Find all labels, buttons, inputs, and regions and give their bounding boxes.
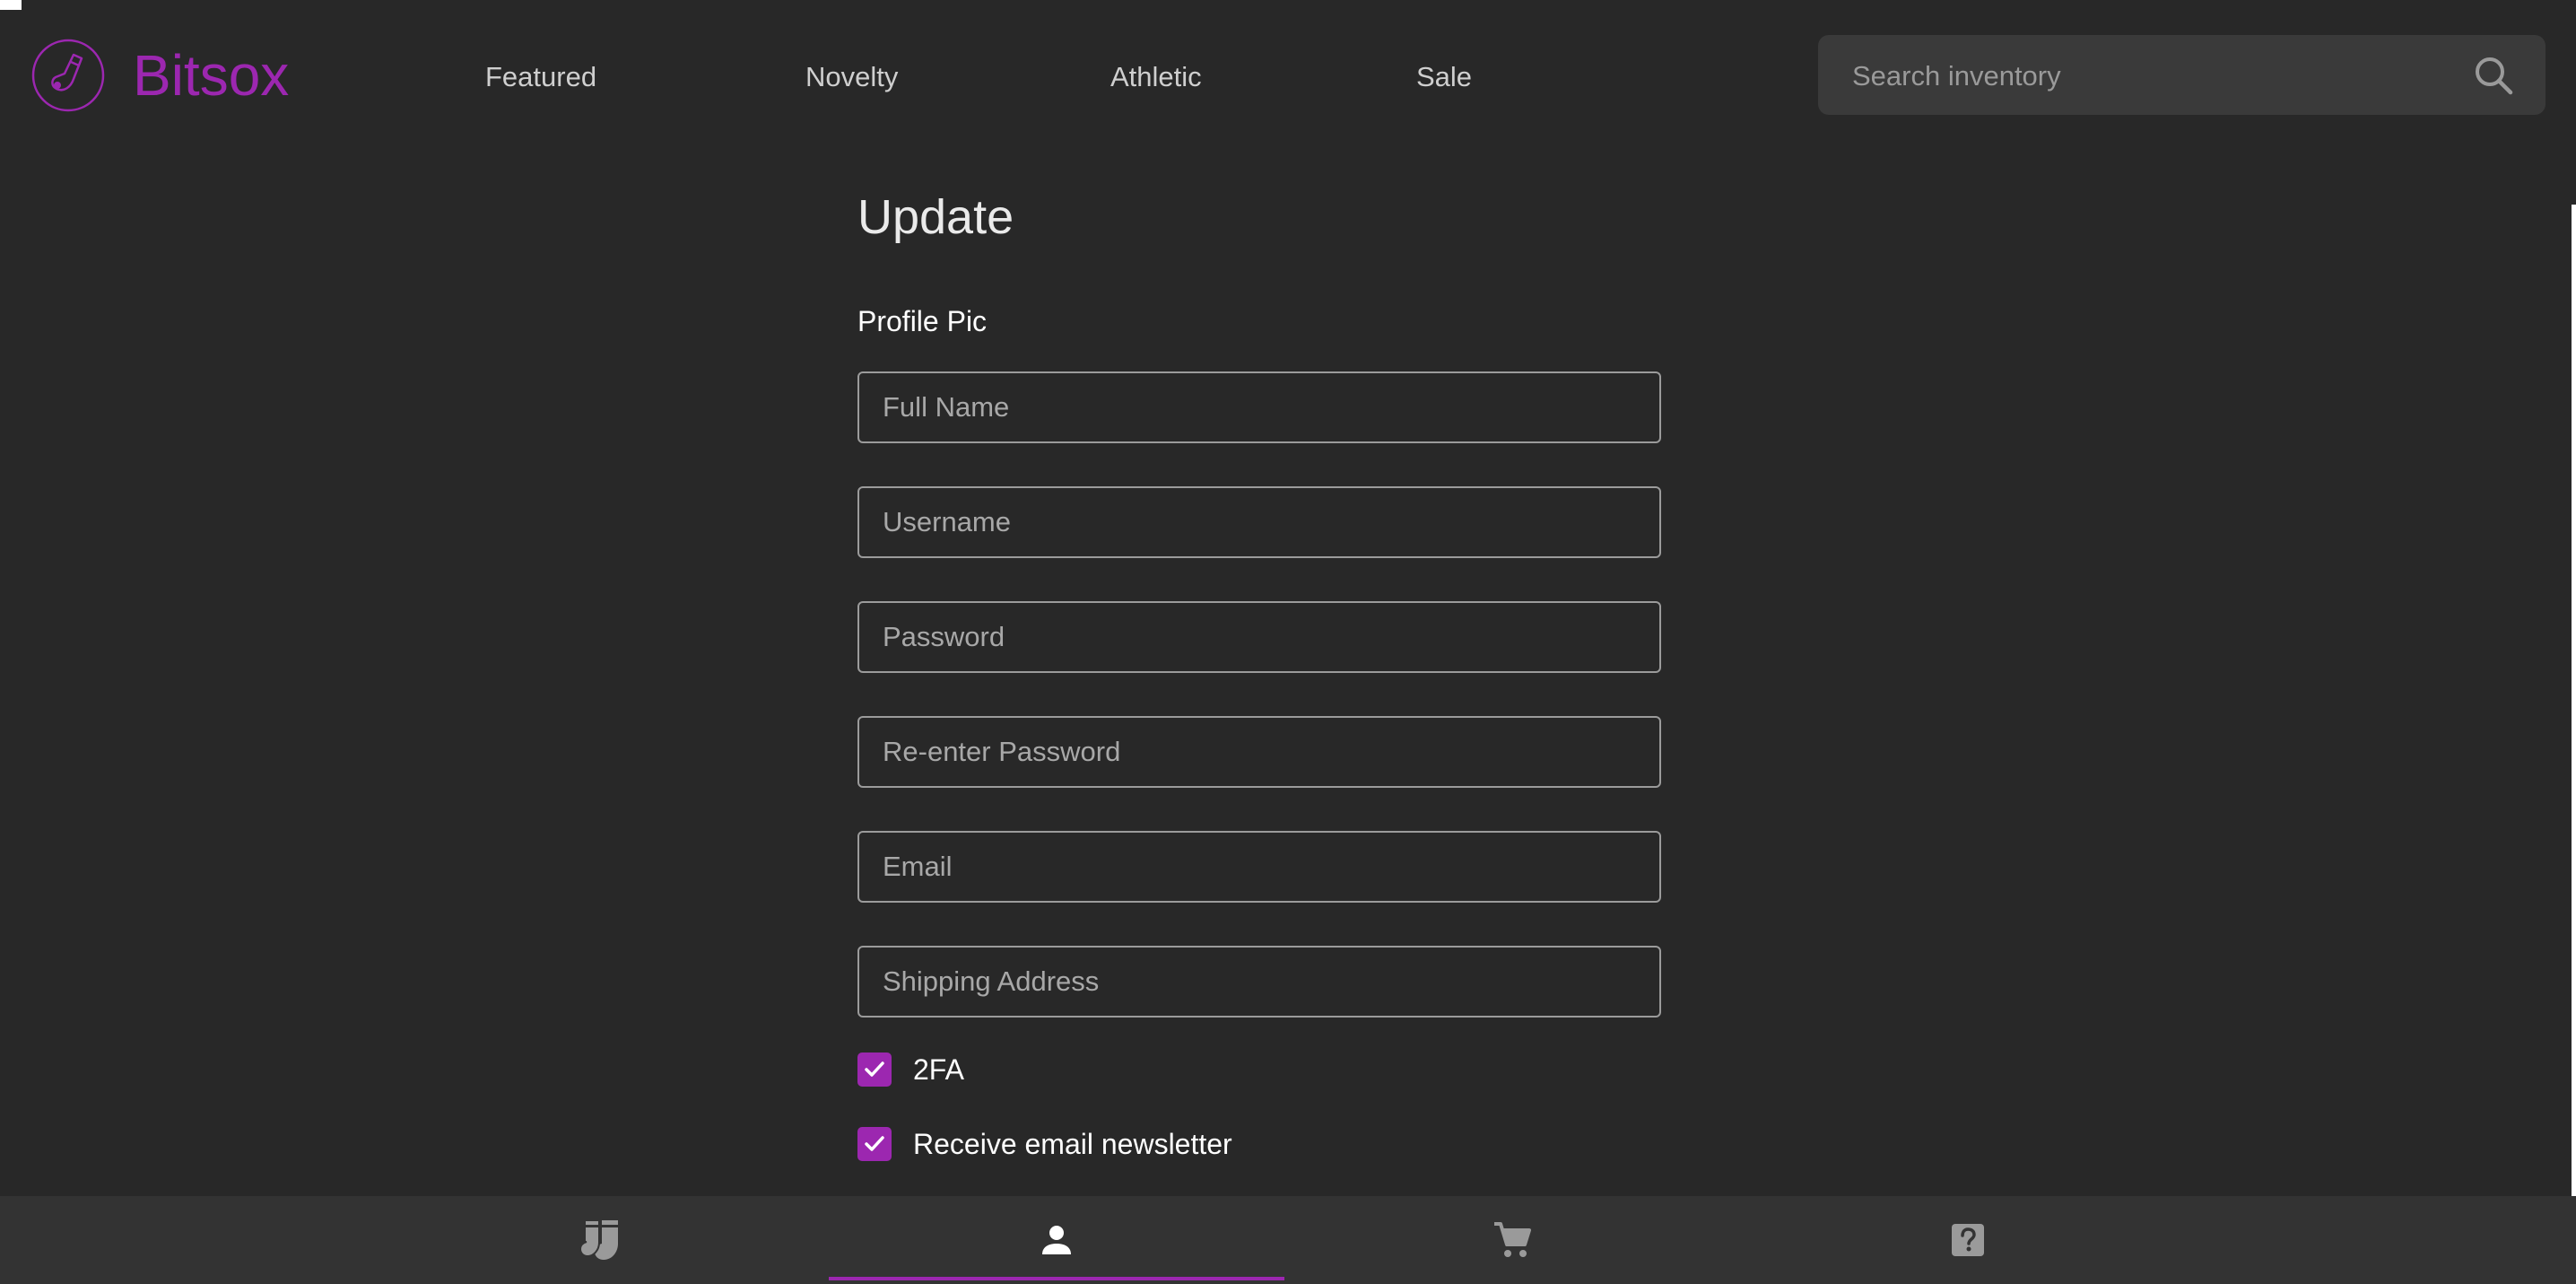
person-icon: [1042, 1226, 1071, 1254]
top-header: Bitsox Featured Novelty Athletic Sale: [0, 0, 2576, 153]
search-icon[interactable]: [2473, 55, 2514, 96]
reenter-password-input[interactable]: [859, 718, 1659, 786]
tab-socks[interactable]: [373, 1196, 829, 1284]
search-bar: [1818, 35, 2546, 117]
reenter-password-field: [857, 716, 1661, 788]
brand-name[interactable]: Bitsox: [133, 39, 289, 111]
newsletter-option[interactable]: Receive email newsletter: [857, 1126, 1232, 1162]
username-input[interactable]: [859, 488, 1659, 556]
full-name-input[interactable]: [859, 373, 1659, 441]
help-icon: [1952, 1224, 1984, 1256]
nav-featured[interactable]: Featured: [485, 59, 596, 95]
nav-sale[interactable]: Sale: [1416, 59, 1472, 95]
email-input[interactable]: [859, 833, 1659, 901]
socks-icon: [579, 1219, 618, 1260]
two-factor-checkbox[interactable]: [857, 1053, 892, 1087]
search-input[interactable]: [1850, 35, 2464, 117]
checkmark-icon: [865, 1136, 884, 1151]
bottom-navigation: [0, 1196, 2576, 1284]
tab-profile[interactable]: [829, 1196, 1284, 1284]
password-field: [857, 601, 1661, 673]
two-factor-label: 2FA: [913, 1053, 964, 1086]
active-tab-indicator: [829, 1277, 1284, 1280]
page-title: Update: [857, 190, 1014, 244]
tab-help[interactable]: [1740, 1196, 2196, 1284]
two-factor-option[interactable]: 2FA: [857, 1052, 964, 1087]
email-field: [857, 831, 1661, 903]
password-input[interactable]: [859, 603, 1659, 671]
scrollbar-edge[interactable]: [2572, 205, 2576, 1196]
bitsox-logo-icon[interactable]: [31, 39, 105, 112]
profile-pic-label[interactable]: Profile Pic: [857, 303, 987, 339]
nav-novelty[interactable]: Novelty: [805, 59, 898, 95]
checkmark-icon: [865, 1061, 884, 1077]
cart-icon: [1494, 1222, 1531, 1257]
tab-cart[interactable]: [1284, 1196, 1740, 1284]
nav-athletic[interactable]: Athletic: [1110, 59, 1202, 95]
full-name-field: [857, 371, 1661, 443]
newsletter-label: Receive email newsletter: [913, 1128, 1232, 1160]
newsletter-checkbox[interactable]: [857, 1127, 892, 1161]
username-field: [857, 486, 1661, 558]
shipping-address-field: [857, 946, 1661, 1018]
shipping-address-input[interactable]: [859, 948, 1659, 1016]
